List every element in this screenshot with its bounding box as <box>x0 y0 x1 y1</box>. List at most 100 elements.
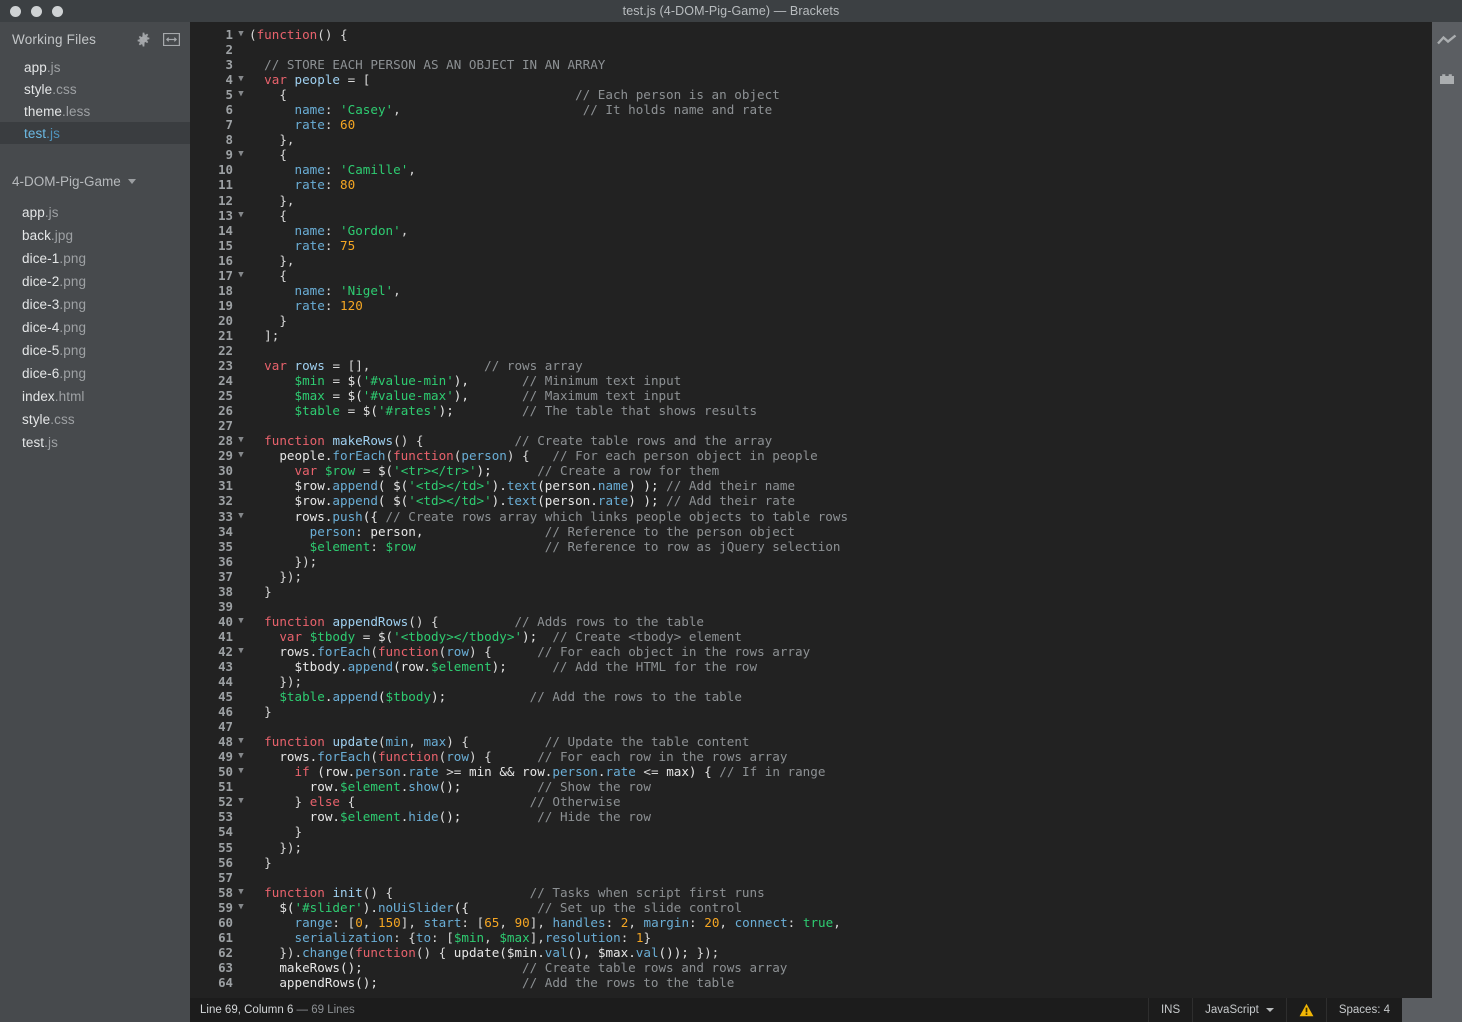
code-line[interactable]: 2 <box>190 42 1432 57</box>
line-source[interactable]: { // Each person is an object <box>249 87 1432 102</box>
line-number[interactable]: 18 <box>190 283 233 298</box>
code-line[interactable]: 12 }, <box>190 193 1432 208</box>
code-line[interactable]: 37 }); <box>190 569 1432 584</box>
gear-icon[interactable] <box>136 32 151 47</box>
code-line[interactable]: 62 }).change(function() { update($min.va… <box>190 945 1432 960</box>
working-files-list[interactable]: app .js style .css theme .less test .js <box>0 56 190 144</box>
code-line[interactable]: 8 }, <box>190 132 1432 147</box>
line-number[interactable]: 34 <box>190 524 233 539</box>
line-source[interactable]: row.$element.hide(); // Hide the row <box>249 809 1432 824</box>
code-line[interactable]: 25 $max = $('#value-max'), // Maximum te… <box>190 388 1432 403</box>
code-line[interactable]: 19 rate: 120 <box>190 298 1432 313</box>
line-number[interactable]: 11 <box>190 177 233 192</box>
code-line[interactable]: 22 <box>190 343 1432 358</box>
line-source[interactable]: }); <box>249 840 1432 855</box>
line-number[interactable]: 48 <box>190 734 233 749</box>
code-line[interactable]: 17 ▼ { <box>190 268 1432 283</box>
line-source[interactable]: } <box>249 824 1432 839</box>
line-source[interactable]: }, <box>249 253 1432 268</box>
line-source[interactable]: if (row.person.rate >= min && row.person… <box>249 764 1432 779</box>
code-line[interactable]: 6 name: 'Casey', // It holds name and ra… <box>190 102 1432 117</box>
code-editor[interactable]: 1 ▼ (function() {2 3 // STORE EACH PERSON … <box>190 22 1432 998</box>
fold-arrow-icon[interactable]: ▼ <box>233 764 249 779</box>
code-line[interactable]: 60 range: [0, 150], start: [65, 90], han… <box>190 915 1432 930</box>
code-line[interactable]: 1 ▼ (function() { <box>190 27 1432 42</box>
code-line[interactable]: 4 ▼ var people = [ <box>190 72 1432 87</box>
fold-arrow-icon[interactable]: ▼ <box>233 208 249 223</box>
fold-arrow-icon[interactable]: ▼ <box>233 885 249 900</box>
line-number[interactable]: 64 <box>190 975 233 990</box>
line-source[interactable] <box>249 870 1432 885</box>
indentation-setting[interactable]: Spaces: 4 <box>1325 998 1402 1022</box>
line-source[interactable]: $table = $('#rates'); // The table that … <box>249 403 1432 418</box>
line-number[interactable]: 24 <box>190 373 233 388</box>
code-line[interactable]: 30 var $row = $('<tr></tr>'); // Create … <box>190 463 1432 478</box>
line-source[interactable]: $row.append( $('<td></td>').text(person.… <box>249 478 1432 493</box>
line-number[interactable]: 10 <box>190 162 233 177</box>
code-line[interactable]: 27 <box>190 418 1432 433</box>
line-source[interactable]: $min = $('#value-min'), // Minimum text … <box>249 373 1432 388</box>
code-line[interactable]: 55 }); <box>190 840 1432 855</box>
line-number[interactable]: 36 <box>190 554 233 569</box>
working-file-test-js[interactable]: test .js <box>0 122 190 144</box>
code-line[interactable]: 16 }, <box>190 253 1432 268</box>
line-number[interactable]: 52 <box>190 794 233 809</box>
line-number[interactable]: 19 <box>190 298 233 313</box>
line-source[interactable]: }, <box>249 132 1432 147</box>
code-line[interactable]: 11 rate: 80 <box>190 177 1432 192</box>
line-source[interactable]: $row.append( $('<td></td>').text(person.… <box>249 493 1432 508</box>
line-source[interactable]: rows.push({ // Create rows array which l… <box>249 509 1432 524</box>
line-source[interactable]: $tbody.append(row.$element); // Add the … <box>249 659 1432 674</box>
project-file-dice-2-png[interactable]: dice-2 .png <box>0 270 190 293</box>
line-source[interactable]: rate: 60 <box>249 117 1432 132</box>
project-file-dice-4-png[interactable]: dice-4 .png <box>0 316 190 339</box>
close-window-button[interactable] <box>10 5 21 17</box>
code-line[interactable]: 26 $table = $('#rates'); // The table th… <box>190 403 1432 418</box>
fold-arrow-icon[interactable]: ▼ <box>233 87 249 102</box>
code-line[interactable]: 10 name: 'Camille', <box>190 162 1432 177</box>
extension-manager-icon[interactable] <box>1437 71 1457 90</box>
line-source[interactable]: }, <box>249 193 1432 208</box>
window-controls[interactable] <box>10 0 63 22</box>
chevron-down-icon[interactable] <box>1265 1008 1274 1012</box>
line-source[interactable]: serialization: {to: [$min, $max],resolut… <box>249 930 1432 945</box>
live-preview-icon[interactable] <box>1437 34 1457 53</box>
line-source[interactable]: { <box>249 147 1432 162</box>
code-line[interactable]: 14 name: 'Gordon', <box>190 223 1432 238</box>
code-line[interactable]: 49 ▼ rows.forEach(function(row) { // For … <box>190 749 1432 764</box>
line-number[interactable]: 27 <box>190 418 233 433</box>
fold-arrow-icon[interactable]: ▼ <box>233 147 249 162</box>
code-line[interactable]: 36 }); <box>190 554 1432 569</box>
line-number[interactable]: 26 <box>190 403 233 418</box>
line-number[interactable]: 37 <box>190 569 233 584</box>
line-source[interactable]: }); <box>249 554 1432 569</box>
project-file-dice-3-png[interactable]: dice-3 .png <box>0 293 190 316</box>
line-source[interactable]: name: 'Gordon', <box>249 223 1432 238</box>
line-source[interactable] <box>249 599 1432 614</box>
problems-indicator[interactable] <box>1285 998 1326 1022</box>
line-source[interactable] <box>249 343 1432 358</box>
line-number[interactable]: 12 <box>190 193 233 208</box>
code-line[interactable]: 33 ▼ rows.push({ // Create rows array whi… <box>190 509 1432 524</box>
fold-arrow-icon[interactable]: ▼ <box>233 614 249 629</box>
line-number[interactable]: 9 <box>190 147 233 162</box>
fold-arrow-icon[interactable]: ▼ <box>233 268 249 283</box>
line-source[interactable]: people.forEach(function(person) { // For… <box>249 448 1432 463</box>
line-source[interactable]: appendRows(); // Add the rows to the tab… <box>249 975 1432 990</box>
line-number[interactable]: 28 <box>190 433 233 448</box>
code-line[interactable]: 21 ]; <box>190 328 1432 343</box>
line-source[interactable]: function update(min, max) { // Update th… <box>249 734 1432 749</box>
fold-arrow-icon[interactable]: ▼ <box>233 749 249 764</box>
line-source[interactable]: var people = [ <box>249 72 1432 87</box>
line-source[interactable] <box>249 719 1432 734</box>
fold-arrow-icon[interactable]: ▼ <box>233 27 249 42</box>
code-line[interactable]: 24 $min = $('#value-min'), // Minimum te… <box>190 373 1432 388</box>
line-number[interactable]: 56 <box>190 855 233 870</box>
working-file-style-css[interactable]: style .css <box>0 78 190 100</box>
fold-arrow-icon[interactable]: ▼ <box>233 448 249 463</box>
line-source[interactable] <box>249 42 1432 57</box>
line-source[interactable]: }).change(function() { update($min.val()… <box>249 945 1432 960</box>
line-number[interactable]: 31 <box>190 478 233 493</box>
code-line[interactable]: 15 rate: 75 <box>190 238 1432 253</box>
line-source[interactable]: { <box>249 208 1432 223</box>
